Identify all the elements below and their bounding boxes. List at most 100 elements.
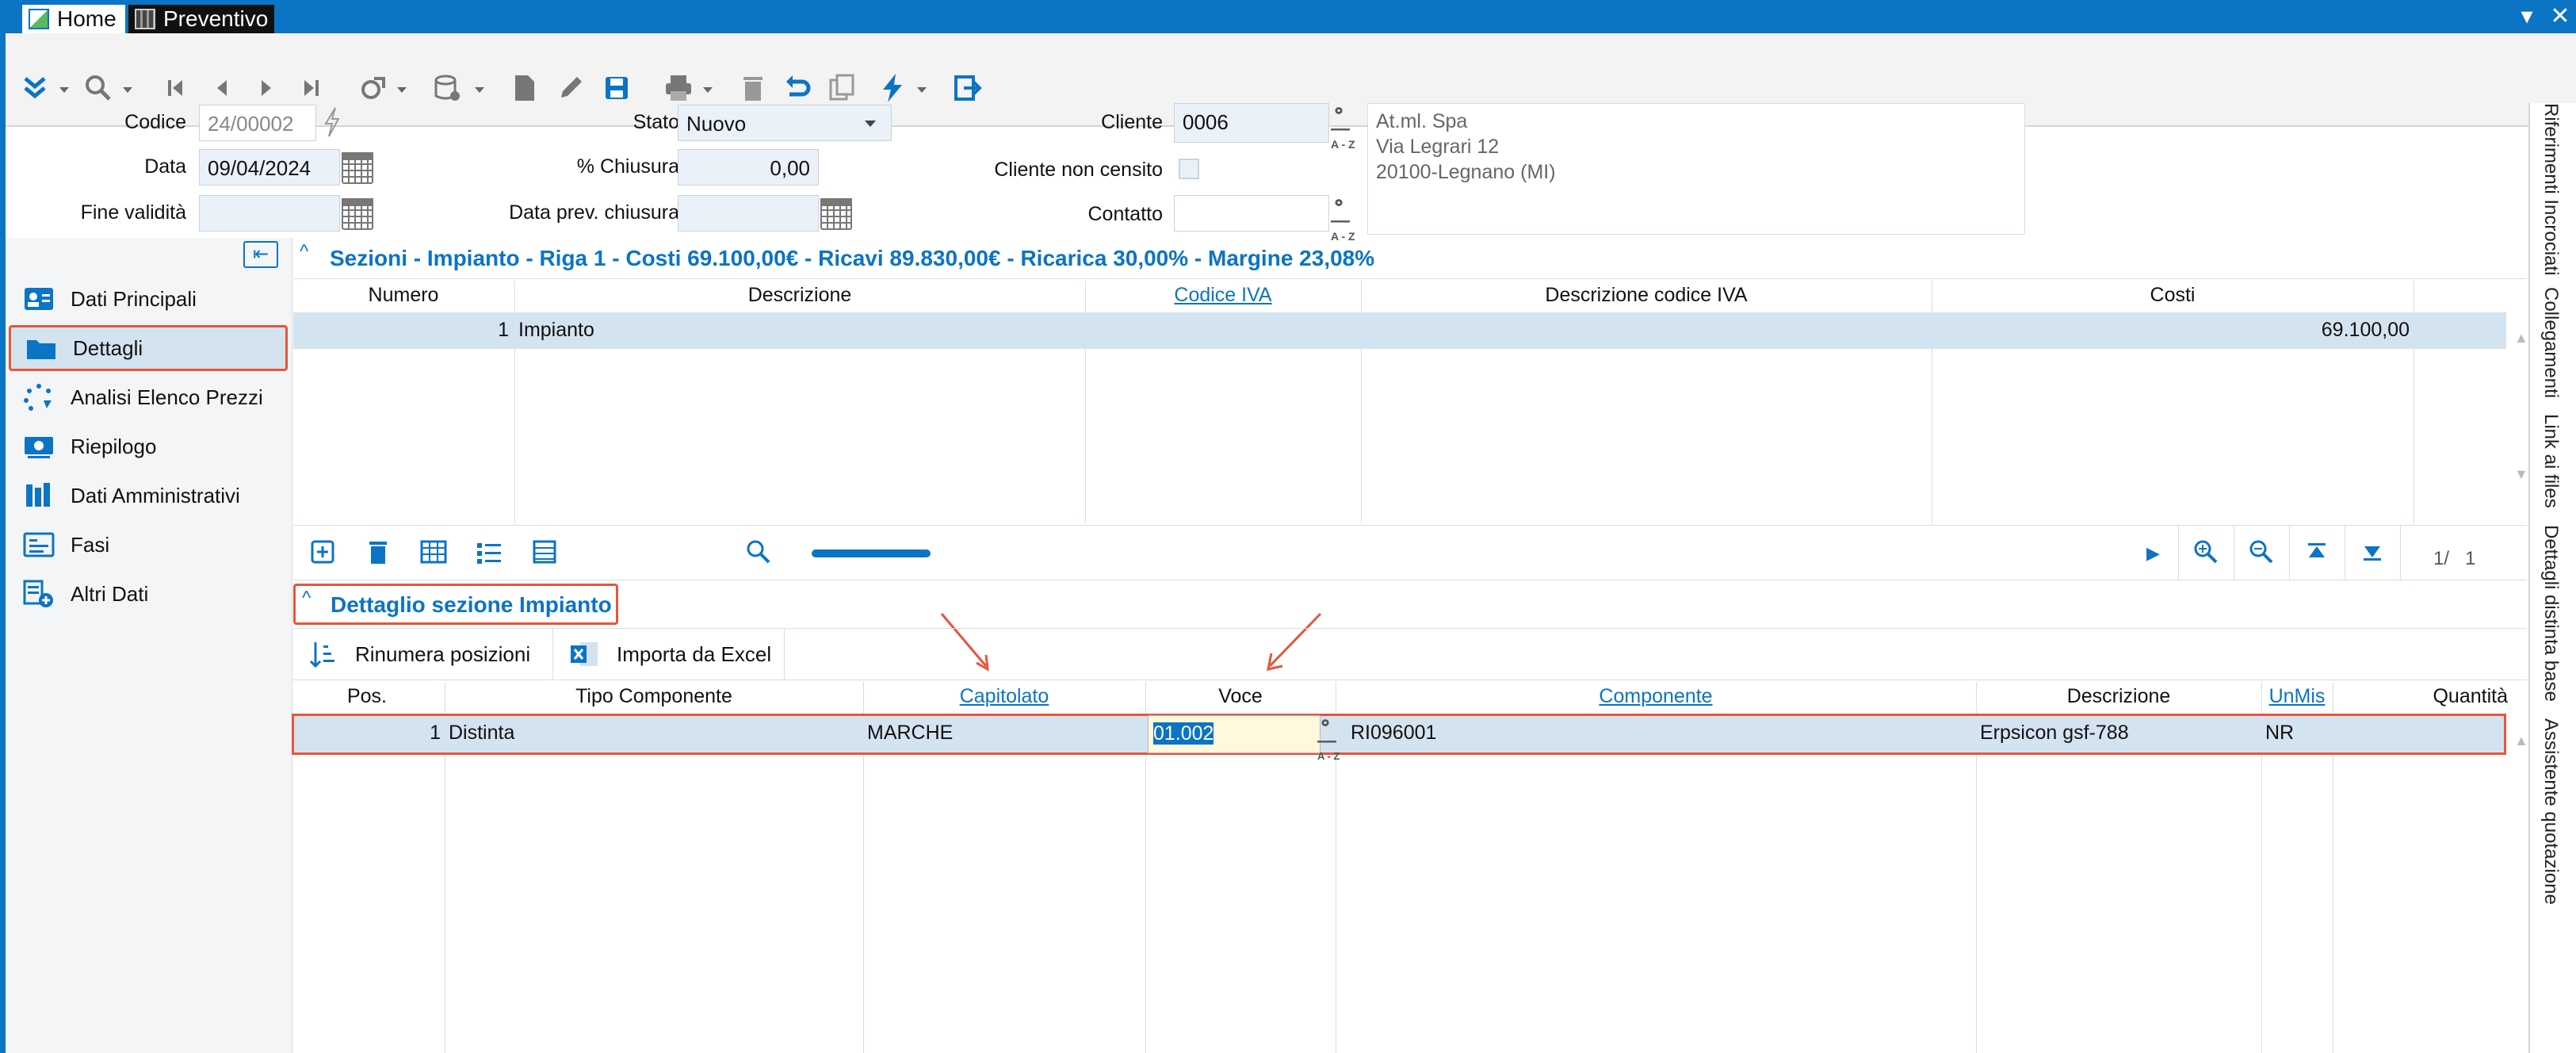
sidebar-item-dati-amministrativi[interactable]: Dati Amministrativi [9, 473, 288, 519]
tab-collegamenti[interactable]: Collegamenti [2540, 287, 2562, 398]
codice-field[interactable]: 24/00002 [199, 105, 316, 141]
analysis-dots-icon [23, 383, 55, 412]
cell-descrizione: Impianto [518, 319, 594, 341]
sidebar-item-riepilogo[interactable]: Riepilogo [9, 423, 288, 469]
last-record-icon[interactable] [292, 70, 329, 106]
col-header-pos[interactable]: Pos. [293, 685, 444, 708]
grid-view-icon[interactable] [419, 537, 450, 569]
col-header-capitolato[interactable]: Capitolato [864, 685, 1145, 708]
excel-icon [571, 642, 598, 666]
lightning-action-icon[interactable] [874, 70, 911, 106]
tab-riferimenti-incrociati[interactable]: Riferimenti Incrociati [2540, 103, 2562, 275]
tab-preventivo[interactable]: Preventivo [128, 5, 274, 33]
window-menu-chevron-icon[interactable]: ▾ [2511, 3, 2543, 30]
scroll-up-icon[interactable]: ▲ [2514, 733, 2528, 749]
tab-link-ai-files[interactable]: Link ai files [2540, 414, 2562, 508]
go-bottom-icon[interactable] [2357, 537, 2389, 569]
contatto-field[interactable] [1174, 195, 1329, 232]
sidebar-item-analisi-elenco-prezzi[interactable]: Analisi Elenco Prezzi [9, 374, 288, 420]
chevron-down-icon[interactable] [865, 121, 876, 127]
form-view-icon[interactable] [529, 537, 561, 569]
next-record-icon[interactable] [248, 70, 285, 106]
col-header-voce[interactable]: Voce [1146, 685, 1335, 708]
data-prev-chiusura-field[interactable] [678, 195, 819, 232]
stato-label: Stato [633, 111, 679, 133]
tab-preventivo-label: Preventivo [163, 6, 269, 31]
col-header-descrizione[interactable]: Descrizione [515, 284, 1084, 307]
stato-select[interactable]: Nuovo [678, 105, 892, 141]
sidebar-item-altri-dati[interactable]: Altri Dati [9, 571, 288, 617]
rinumera-posizioni-label: Rinumera posizioni [355, 641, 531, 666]
chiusura-field[interactable]: 0,00 [678, 149, 819, 186]
expand-menu-icon[interactable] [17, 70, 53, 106]
previous-record-icon[interactable] [204, 70, 240, 106]
lookup-key-icon[interactable]: ⚬— A - Z [1317, 714, 1352, 763]
document-link-icon[interactable] [354, 70, 391, 106]
tab-home[interactable]: Home [22, 5, 125, 33]
save-icon[interactable] [598, 70, 635, 106]
cell-costi: 69.100,00 [2321, 319, 2410, 341]
sidebar-item-fasi[interactable]: Fasi [9, 522, 288, 568]
scroll-down-icon[interactable]: ▼ [2514, 466, 2528, 483]
right-side-tabs: Riferimenti Incrociati Collegamenti Link… [2528, 103, 2576, 1053]
col-header-unmis[interactable]: UnMis [2262, 685, 2332, 708]
sidebar-item-label: Fasi [71, 532, 110, 557]
collapse-caret-icon[interactable]: ^ [300, 241, 308, 263]
print-icon[interactable] [660, 70, 697, 106]
tab-assistente-quotazione[interactable]: Assistente quotazione [2540, 718, 2562, 905]
cell-unmis: NR [2265, 722, 2295, 744]
col-header-numero[interactable]: Numero [293, 284, 514, 307]
col-header-descrizione[interactable]: Descrizione [1977, 685, 2261, 708]
lookup-key-icon[interactable]: ⚬— A - Z [1331, 102, 1366, 151]
cliente-field[interactable]: 0006 [1174, 103, 1329, 143]
database-icon[interactable] [429, 70, 465, 106]
list-card-icon [23, 530, 55, 559]
tab-home-label: Home [57, 6, 117, 31]
undo-icon[interactable] [779, 70, 816, 106]
zoom-in-icon[interactable] [2191, 537, 2222, 569]
collapse-caret-icon[interactable]: ^ [302, 588, 311, 610]
add-row-icon[interactable] [308, 537, 339, 569]
calendar-icon[interactable] [342, 152, 373, 184]
copy-icon[interactable] [824, 70, 860, 106]
tab-dettagli-distinta-base[interactable]: Dettagli distinta base [2540, 525, 2562, 702]
lightning-small-icon[interactable] [323, 106, 342, 138]
edit-pencil-icon[interactable] [552, 70, 589, 106]
search-icon[interactable] [80, 70, 117, 106]
col-header-tipo-componente[interactable]: Tipo Componente [445, 685, 862, 708]
contact-card-icon [23, 285, 55, 313]
importa-da-excel-button[interactable]: Importa da Excel [555, 629, 785, 680]
calendar-icon[interactable] [342, 198, 373, 230]
section1-title: Sezioni - Impianto - Riga 1 - Costi 69.1… [330, 246, 1375, 270]
header-form: Codice 24/00002 Data 09/04/2024 Fine val… [6, 102, 2526, 243]
scroll-right-icon[interactable]: ▶ [2146, 543, 2160, 564]
window-close-icon[interactable]: ✕ [2544, 3, 2576, 30]
go-top-icon[interactable] [2302, 537, 2333, 569]
delete-icon[interactable] [735, 70, 771, 106]
horizontal-scrollbar[interactable] [812, 549, 931, 557]
list-view-icon[interactable] [474, 537, 506, 569]
col-header-quantita[interactable]: Quantità [2333, 685, 2508, 708]
fine-validita-field[interactable] [199, 195, 340, 232]
first-record-icon[interactable] [158, 70, 194, 106]
new-document-icon[interactable] [506, 70, 543, 106]
col-header-codice-iva[interactable]: Codice IVA [1086, 284, 1360, 307]
sidebar-item-dettagli[interactable]: Dettagli [9, 325, 288, 371]
delete-row-icon[interactable] [363, 537, 395, 569]
data-field[interactable]: 09/04/2024 [199, 149, 340, 186]
lookup-key-icon[interactable]: ⚬— A - Z [1331, 194, 1366, 243]
voce-input[interactable]: 01.002 [1148, 715, 1320, 753]
sidebar-item-dati-principali[interactable]: Dati Principali [9, 276, 288, 322]
grid-search-icon[interactable] [743, 537, 775, 569]
collapse-sidebar-icon[interactable]: ⇤ [243, 241, 278, 268]
col-header-componente[interactable]: Componente [1336, 685, 1975, 708]
scroll-up-icon[interactable]: ▲ [2514, 330, 2528, 347]
zoom-out-icon[interactable] [2246, 537, 2278, 569]
exit-icon[interactable] [949, 70, 985, 106]
cliente-non-censito-checkbox[interactable] [1179, 159, 1199, 179]
rinumera-posizioni-button[interactable]: Rinumera posizioni [293, 629, 553, 680]
col-header-descrizione-iva[interactable]: Descrizione codice IVA [1362, 284, 1931, 307]
calendar-icon[interactable] [820, 198, 852, 230]
col-header-costi[interactable]: Costi [1932, 284, 2413, 307]
money-icon [23, 432, 55, 461]
